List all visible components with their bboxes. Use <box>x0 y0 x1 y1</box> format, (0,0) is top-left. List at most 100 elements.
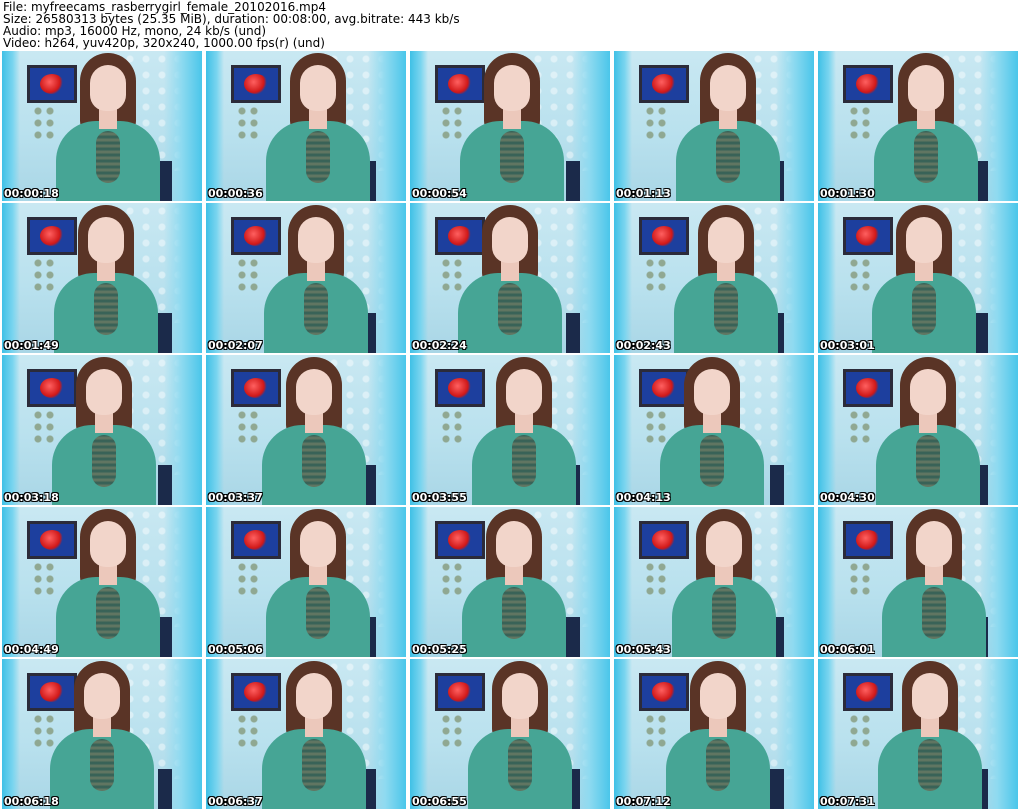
person-embroidery <box>306 131 330 183</box>
person-embroidery <box>96 131 120 183</box>
person-embroidery <box>918 739 942 791</box>
person-neck <box>501 261 519 281</box>
thumbnail-timestamp: 00:02:24 <box>412 339 467 352</box>
thumbnail-timestamp: 00:03:18 <box>4 491 59 504</box>
person-embroidery <box>706 739 730 791</box>
person-neck <box>715 565 733 585</box>
wall-plant <box>440 711 464 751</box>
person-figure <box>50 203 160 353</box>
thumbnail-timestamp: 00:04:13 <box>616 491 671 504</box>
person-embroidery <box>916 435 940 487</box>
curtain-left <box>410 355 428 505</box>
person-neck <box>709 717 727 737</box>
thumbnail-timestamp: 00:05:43 <box>616 643 671 656</box>
person-neck <box>305 413 323 433</box>
curtain-left <box>410 203 428 353</box>
thumbnail-timestamp: 00:06:01 <box>820 643 875 656</box>
person-figure <box>260 203 370 353</box>
video-thumbnail: 00:06:18 <box>2 659 202 809</box>
curtain-left <box>614 203 632 353</box>
person-face <box>84 673 120 719</box>
person-figure <box>872 355 982 505</box>
thumbnail-timestamp: 00:02:43 <box>616 339 671 352</box>
curtain-left <box>206 51 224 201</box>
wall-plant <box>236 407 260 447</box>
person-figure <box>258 355 368 505</box>
person-figure <box>464 659 574 809</box>
person-neck <box>511 717 529 737</box>
thumbnail-timestamp: 00:03:55 <box>412 491 467 504</box>
person-embroidery <box>498 283 522 335</box>
person-face <box>700 673 736 719</box>
wall-plant <box>236 255 260 295</box>
thumbnail-timestamp: 00:02:07 <box>208 339 263 352</box>
chair-back <box>158 769 172 809</box>
person-face <box>908 65 944 111</box>
person-face <box>296 369 332 415</box>
person-face <box>298 217 334 263</box>
curtain-left <box>206 507 224 657</box>
person-face <box>296 673 332 719</box>
chair-back <box>770 769 784 809</box>
thumbnail-timestamp: 00:05:06 <box>208 643 263 656</box>
video-thumbnail: 00:02:07 <box>206 203 406 353</box>
chair-back <box>158 465 172 505</box>
person-figure <box>870 51 980 201</box>
curtain-left <box>2 659 20 809</box>
person-neck <box>99 565 117 585</box>
person-figure <box>454 203 564 353</box>
wall-plant <box>644 255 668 295</box>
video-thumbnail: 00:04:49 <box>2 507 202 657</box>
thumbnail-timestamp: 00:04:49 <box>4 643 59 656</box>
curtain-left <box>410 51 428 201</box>
person-embroidery <box>712 587 736 639</box>
person-embroidery <box>912 283 936 335</box>
person-embroidery <box>922 587 946 639</box>
person-neck <box>97 261 115 281</box>
person-face <box>90 65 126 111</box>
person-face <box>506 369 542 415</box>
wall-plant <box>644 103 668 143</box>
chair-back <box>566 617 580 657</box>
person-face <box>910 369 946 415</box>
person-figure <box>456 51 566 201</box>
person-figure <box>48 355 158 505</box>
thumbnail-timestamp: 00:04:30 <box>820 491 875 504</box>
person-figure <box>52 51 162 201</box>
video-thumbnail: 00:04:30 <box>818 355 1018 505</box>
person-embroidery <box>302 435 326 487</box>
video-thumbnail: 00:00:36 <box>206 51 406 201</box>
video-thumbnail: 00:06:01 <box>818 507 1018 657</box>
person-figure <box>468 355 578 505</box>
person-neck <box>505 565 523 585</box>
video-thumbnail: 00:07:12 <box>614 659 814 809</box>
person-embroidery <box>500 131 524 183</box>
person-embroidery <box>90 739 114 791</box>
wall-plant <box>848 407 872 447</box>
video-thumbnail: 00:03:55 <box>410 355 610 505</box>
video-thumbnail: 00:06:37 <box>206 659 406 809</box>
curtain-left <box>2 203 20 353</box>
curtain-left <box>818 507 836 657</box>
wall-plant <box>236 559 260 599</box>
person-face <box>710 65 746 111</box>
chair-back <box>158 313 172 353</box>
person-neck <box>921 717 939 737</box>
thumbnail-timestamp: 00:07:31 <box>820 795 875 808</box>
thumbnail-timestamp: 00:03:37 <box>208 491 263 504</box>
wall-plant <box>440 407 464 447</box>
person-face <box>88 217 124 263</box>
wall-plant <box>236 711 260 751</box>
thumbnail-timestamp: 00:06:37 <box>208 795 263 808</box>
person-neck <box>307 261 325 281</box>
video-thumbnail: 00:04:13 <box>614 355 814 505</box>
person-face <box>708 217 744 263</box>
curtain-left <box>2 507 20 657</box>
video-thumbnail: 00:03:18 <box>2 355 202 505</box>
person-embroidery <box>96 587 120 639</box>
person-face <box>912 673 948 719</box>
person-embroidery <box>302 739 326 791</box>
person-embroidery <box>914 131 938 183</box>
wall-plant <box>848 711 872 751</box>
person-neck <box>917 109 935 129</box>
